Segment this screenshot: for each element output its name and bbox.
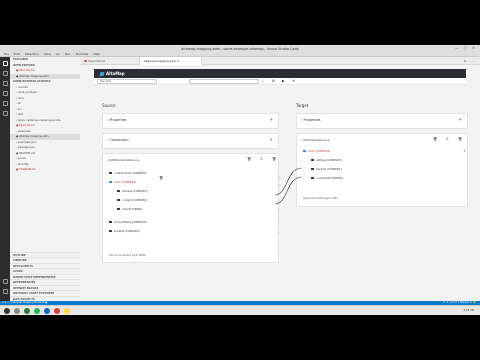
file-tree: OPEN EDITORS ● Read Me.txt ● altamap-mappi…: [10, 63, 80, 173]
connector-contact[interactable]: [274, 176, 303, 205]
connector-address[interactable]: [274, 167, 303, 196]
editor-tabs: Read Me.txt altamap-mapping.adm ✕ ⧉ ⋯: [80, 57, 480, 65]
explorer-icon[interactable]: [2, 61, 8, 66]
extensions-icon[interactable]: [2, 101, 8, 106]
close-icon[interactable]: ✕: [177, 59, 179, 63]
activity-bar: [0, 57, 10, 301]
tab-actions[interactable]: ⧉ ⋯: [464, 59, 476, 63]
remote-icon[interactable]: [2, 111, 8, 116]
mapping-connectors: [274, 167, 303, 205]
modified-dot-icon: [84, 59, 87, 63]
os-taskbar: 4:02 PM: [0, 305, 480, 315]
search-icon[interactable]: [2, 71, 8, 76]
altamap-editor: AltaMap Map Data ⌕ ⚙ ▶ ⟲ Source › Proper…: [80, 65, 480, 301]
tab-altamap-mapping[interactable]: altamap-mapping.adm ✕: [140, 57, 202, 65]
file-tree-item[interactable]: ● CHANGELOG: [10, 167, 80, 173]
explorer-sidebar: EXPLORER OPEN EDITORS ● Read Me.txt ● alta…: [10, 57, 80, 301]
taskbar-clock: 4:02 PM: [463, 308, 474, 312]
window-title: altamap-mapping.adm - some-example-altam…: [181, 46, 299, 51]
title-bar: altamap-mapping.adm - some-example-altam…: [0, 45, 480, 52]
source-control-icon[interactable]: [2, 81, 8, 86]
vscode-icon[interactable]: [44, 308, 50, 314]
spotify-icon[interactable]: [34, 308, 40, 314]
sidebar-panels: OUTLINE TIMELINE NPM SCRIPTS AZURE MAVEN MUL…: [10, 251, 80, 302]
vscode-window: altamap-mapping.adm - some-example-altam…: [0, 45, 480, 315]
run-debug-icon[interactable]: [2, 91, 8, 96]
files-icon[interactable]: [64, 308, 70, 314]
window-controls[interactable]: — ▢ ✕: [455, 46, 477, 50]
account-icon[interactable]: [2, 279, 8, 284]
start-icon[interactable]: [4, 308, 10, 314]
app-icon-1[interactable]: [24, 308, 30, 314]
gear-icon[interactable]: [2, 289, 8, 294]
tab-readme[interactable]: Read Me.txt: [80, 57, 140, 65]
task-view-icon[interactable]: [14, 308, 20, 314]
app-icon-2[interactable]: [54, 308, 60, 314]
